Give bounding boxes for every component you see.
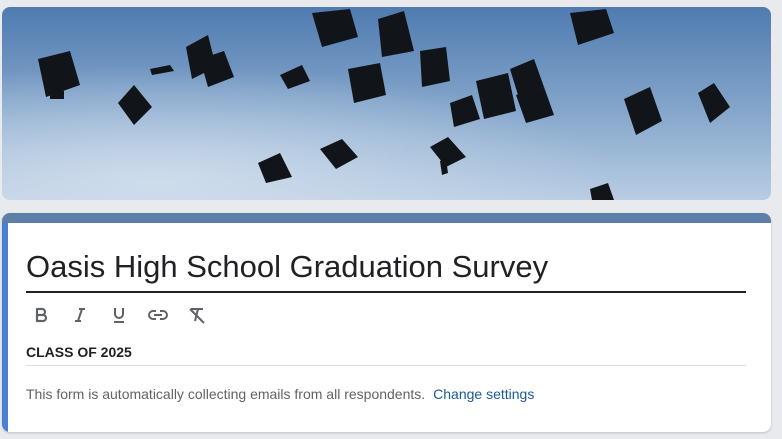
bold-icon — [35, 307, 48, 323]
graduation-caps-image — [2, 7, 771, 200]
title-input-underline — [26, 291, 746, 293]
underline-icon — [114, 308, 124, 323]
clear-formatting-icon — [189, 308, 205, 324]
bold-button[interactable] — [26, 301, 56, 329]
underline-button[interactable] — [104, 301, 134, 329]
theme-color-strip — [2, 213, 771, 223]
email-notice-text: This form is automatically collecting em… — [26, 386, 426, 402]
description-divider — [26, 365, 746, 366]
text-format-toolbar — [26, 301, 221, 329]
italic-button[interactable] — [65, 301, 95, 329]
email-collection-notice: This form is automatically collecting em… — [26, 386, 534, 402]
form-header-card: Oasis High School Graduation Survey CLAS… — [2, 213, 771, 432]
italic-icon — [75, 308, 85, 322]
clear-formatting-button[interactable] — [182, 301, 212, 329]
form-description[interactable]: CLASS OF 2025 — [26, 344, 132, 360]
form-title-input[interactable]: Oasis High School Graduation Survey — [26, 245, 746, 289]
header-image[interactable] — [2, 7, 771, 200]
insert-link-button[interactable] — [143, 301, 173, 329]
active-card-indicator — [2, 223, 8, 432]
form-editor-page: Oasis High School Graduation Survey CLAS… — [0, 0, 782, 439]
link-icon — [148, 310, 168, 320]
change-settings-link[interactable]: Change settings — [433, 386, 534, 402]
